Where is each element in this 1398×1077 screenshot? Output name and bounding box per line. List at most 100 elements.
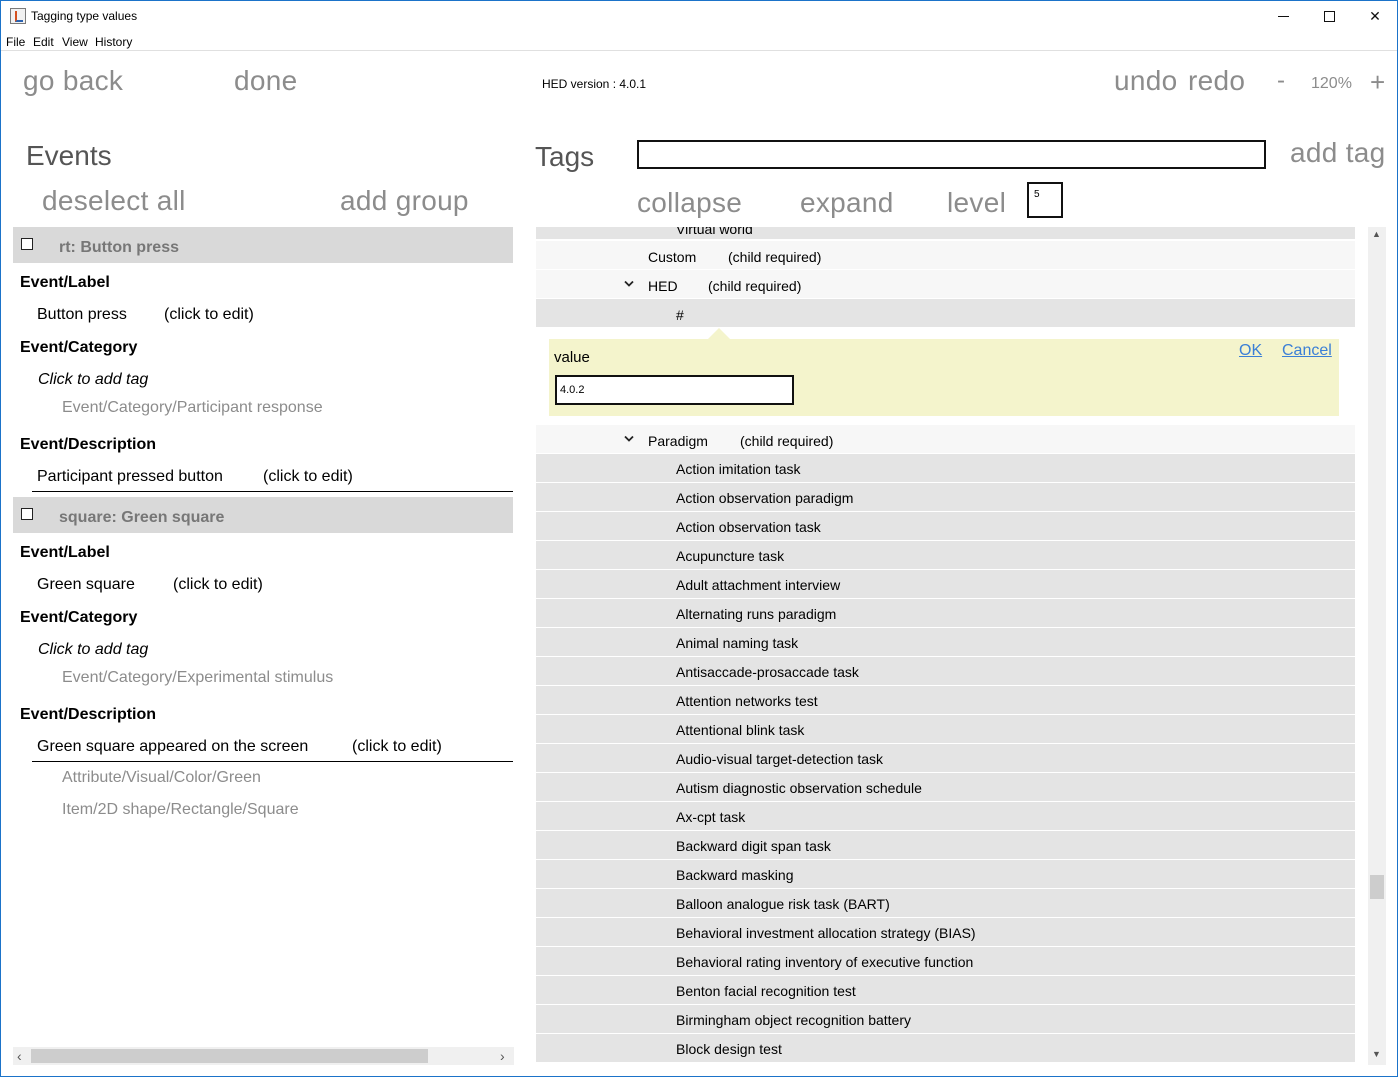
chevron-down-icon[interactable]: [624, 435, 634, 445]
click-to-edit[interactable]: (click to edit): [173, 576, 263, 594]
go-back-button[interactable]: go back: [23, 65, 123, 97]
event-checkbox[interactable]: [21, 238, 33, 250]
zoom-in-button[interactable]: +: [1370, 67, 1385, 98]
tree-row[interactable]: Birmingham object recognition battery: [536, 1005, 1355, 1033]
tree-row[interactable]: Behavioral investment allocation strateg…: [536, 918, 1355, 946]
event-checkbox[interactable]: [21, 508, 33, 520]
events-horizontal-scrollbar[interactable]: ‹ ›: [13, 1047, 514, 1065]
menu-edit[interactable]: Edit: [33, 35, 54, 49]
menu-file[interactable]: File: [6, 35, 25, 49]
zoom-out-button[interactable]: -: [1277, 67, 1285, 95]
add-group-button[interactable]: add group: [340, 185, 469, 217]
level-input[interactable]: 5: [1027, 182, 1063, 218]
deselect-all-button[interactable]: deselect all: [42, 185, 186, 217]
tree-row[interactable]: Attention networks test: [536, 686, 1355, 714]
tree-row[interactable]: Acupuncture task: [536, 541, 1355, 569]
tree-row[interactable]: Ax-cpt task: [536, 802, 1355, 830]
value-editor: value OK Cancel: [549, 339, 1339, 416]
event-title: square: Green square: [59, 509, 225, 526]
assigned-tag[interactable]: Event/Category/Participant response: [62, 399, 323, 417]
tree-row[interactable]: Block design test: [536, 1034, 1355, 1062]
tree-row[interactable]: Backward masking: [536, 860, 1355, 888]
collapse-button[interactable]: collapse: [637, 187, 742, 219]
tree-row[interactable]: HED (child required): [536, 270, 1355, 298]
maximize-button[interactable]: [1306, 1, 1352, 32]
menu-divider: [1, 50, 1397, 51]
click-to-add-tag[interactable]: Click to add tag: [38, 371, 148, 389]
add-tag-button[interactable]: add tag: [1290, 137, 1386, 169]
scrollbar-thumb[interactable]: [31, 1049, 428, 1063]
cancel-button[interactable]: Cancel: [1282, 342, 1332, 360]
menu-history[interactable]: History: [95, 35, 132, 49]
tag-search-input[interactable]: [637, 140, 1266, 169]
description-value[interactable]: Green square appeared on the screen: [37, 738, 308, 756]
tag-name: Behavioral investment allocation strateg…: [676, 925, 976, 941]
tree-row[interactable]: Benton facial recognition test: [536, 976, 1355, 1004]
java-app-icon: [10, 8, 26, 24]
tree-row[interactable]: Attentional blink task: [536, 715, 1355, 743]
event-header[interactable]: rt: Button press: [13, 227, 513, 263]
description-value[interactable]: Participant pressed button: [37, 468, 223, 486]
scroll-up-arrow-icon[interactable]: ▲: [1372, 229, 1381, 239]
tree-row[interactable]: Behavioral rating inventory of executive…: [536, 947, 1355, 975]
tree-row[interactable]: Animal naming task: [536, 628, 1355, 656]
tag-name: Antisaccade-prosaccade task: [676, 664, 859, 680]
label-value[interactable]: Green square: [37, 576, 135, 594]
divider: [32, 761, 513, 762]
redo-button[interactable]: redo: [1188, 65, 1245, 97]
tree-row[interactable]: Action observation task: [536, 512, 1355, 540]
child-required-note: (child required): [728, 249, 822, 265]
tag-name: Attentional blink task: [676, 722, 805, 738]
done-button[interactable]: done: [234, 65, 298, 97]
field-label: Event/Category: [20, 339, 138, 356]
hed-version-label: HED version : 4.0.1: [542, 77, 647, 91]
zoom-level: 120%: [1311, 75, 1352, 92]
divider: [32, 491, 513, 492]
close-button[interactable]: ✕: [1352, 1, 1398, 32]
value-input[interactable]: [555, 375, 794, 405]
tree-row[interactable]: Antisaccade-prosaccade task: [536, 657, 1355, 685]
tree-row[interactable]: Autism diagnostic observation schedule: [536, 773, 1355, 801]
child-required-note: (child required): [708, 278, 802, 294]
tree-row[interactable]: Action imitation task: [536, 454, 1355, 482]
tree-row-selected[interactable]: #: [536, 299, 1355, 327]
menu-bar: File Edit View History: [1, 32, 1397, 51]
assigned-tag[interactable]: Event/Category/Experimental stimulus: [62, 669, 333, 687]
click-to-add-tag[interactable]: Click to add tag: [38, 641, 148, 659]
expand-button[interactable]: expand: [800, 187, 894, 219]
assigned-tag[interactable]: Item/2D shape/Rectangle/Square: [62, 801, 299, 819]
application-window: Tagging type values ✕ File Edit View His…: [0, 0, 1398, 1077]
tree-row[interactable]: Virtual world: [536, 227, 1355, 239]
tree-row[interactable]: Custom (child required): [536, 241, 1355, 269]
assigned-tag[interactable]: Attribute/Visual/Color/Green: [62, 769, 261, 787]
tag-name: Action imitation task: [676, 461, 801, 477]
menu-view[interactable]: View: [62, 35, 88, 49]
event-header[interactable]: square: Green square: [13, 497, 513, 533]
minimize-button[interactable]: [1260, 1, 1306, 32]
tag-name: Autism diagnostic observation schedule: [676, 780, 922, 796]
tag-name: Action observation paradigm: [676, 490, 854, 506]
label-value[interactable]: Button press: [37, 306, 127, 324]
scroll-right-arrow-icon[interactable]: ›: [500, 1048, 505, 1064]
tags-vertical-scrollbar[interactable]: ▲ ▼: [1368, 227, 1386, 1065]
tag-name: Animal naming task: [676, 635, 799, 651]
tree-row[interactable]: Audio-visual target-detection task: [536, 744, 1355, 772]
scroll-down-arrow-icon[interactable]: ▼: [1372, 1049, 1381, 1059]
tree-row[interactable]: Balloon analogue risk task (BART): [536, 889, 1355, 917]
tree-row[interactable]: Backward digit span task: [536, 831, 1355, 859]
scrollbar-thumb[interactable]: [1370, 875, 1384, 899]
tree-row[interactable]: Paradigm (child required): [536, 425, 1355, 453]
tree-row[interactable]: Action observation paradigm: [536, 483, 1355, 511]
tree-row[interactable]: Alternating runs paradigm: [536, 599, 1355, 627]
click-to-edit[interactable]: (click to edit): [164, 306, 254, 324]
chevron-down-icon[interactable]: [624, 280, 634, 290]
click-to-edit[interactable]: (click to edit): [352, 738, 442, 756]
click-to-edit[interactable]: (click to edit): [263, 468, 353, 486]
scroll-left-arrow-icon[interactable]: ‹: [17, 1048, 22, 1064]
field-label: Event/Label: [20, 544, 110, 561]
tag-tree: Virtual world Custom (child required) HE…: [536, 227, 1355, 1065]
undo-button[interactable]: undo: [1114, 65, 1178, 97]
tree-row[interactable]: Adult attachment interview: [536, 570, 1355, 598]
ok-button[interactable]: OK: [1239, 342, 1262, 360]
tag-name: Behavioral rating inventory of executive…: [676, 954, 974, 970]
